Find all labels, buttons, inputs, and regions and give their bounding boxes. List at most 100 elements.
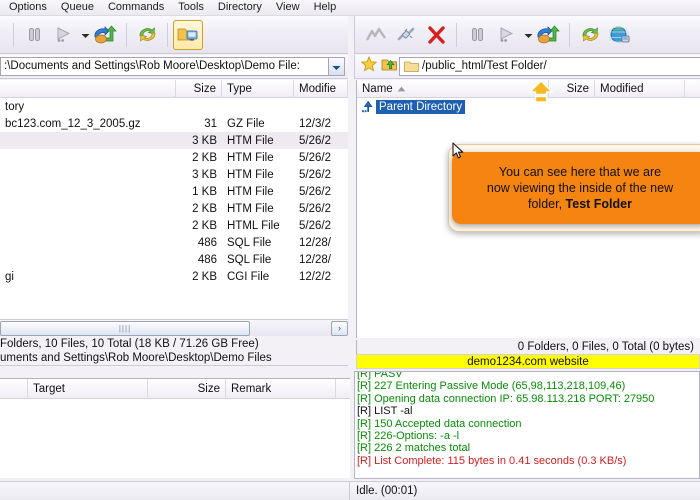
cell-size: 2 KB: [192, 219, 217, 232]
pause-button[interactable]: [462, 20, 492, 50]
pause-icon: [469, 26, 486, 43]
toolbar-separator: [167, 22, 168, 47]
local-col-modified[interactable]: Modifie: [294, 79, 348, 98]
log-line: [R] LIST -al: [357, 405, 413, 418]
remote-col-modified[interactable]: Modified: [595, 79, 685, 98]
toolbar-separator: [126, 22, 127, 47]
cell-type: HTM File: [227, 134, 274, 147]
queue-list[interactable]: [0, 399, 350, 477]
pause-button[interactable]: [19, 20, 49, 50]
cell-modified: 12/3/2: [299, 117, 331, 130]
toolbar-separator: [569, 22, 570, 47]
menu-item-options[interactable]: Options: [2, 0, 54, 15]
table-row[interactable]: 3 KB HTM File 5/26/2: [0, 166, 348, 183]
callout-line-3-prefix: folder,: [528, 197, 566, 211]
local-file-list[interactable]: tory bc123.com_12_3_2005.gz 31 GZ File 1…: [0, 98, 348, 316]
transfer-arrows-icon: [537, 24, 561, 45]
remote-toolbar: [354, 16, 700, 54]
remote-col-name-label: Name: [362, 82, 393, 95]
callout-text: You can see here that we are now viewing…: [487, 164, 673, 212]
queue-col-remark[interactable]: Remark: [226, 378, 336, 399]
cell-type: HTM File: [227, 151, 274, 164]
menu-item-tools[interactable]: Tools: [171, 0, 211, 15]
status-text: Idle. (00:01): [356, 485, 418, 497]
stop-button[interactable]: [421, 20, 451, 50]
menu-bar: Options Queue Commands Tools Directory V…: [0, 0, 700, 16]
local-horizontal-scrollbar[interactable]: |||| ›: [0, 319, 348, 336]
refresh-button[interactable]: [132, 20, 162, 50]
table-row[interactable]: 2 KB HTML File 5/26/2: [0, 217, 348, 234]
cell-modified: 5/26/2: [299, 168, 331, 181]
menu-item-commands[interactable]: Commands: [101, 0, 171, 15]
remote-col-size[interactable]: Size: [549, 79, 595, 98]
transfer-button[interactable]: [534, 20, 564, 50]
log-pane[interactable]: [R] PASV [R] 227 Entering Passive Mode (…: [354, 371, 700, 479]
log-line: [R] List Complete: 115 bytes in 0.41 sec…: [357, 454, 627, 467]
scroll-right-button[interactable]: ›: [331, 320, 348, 336]
yellow-up-arrow-annotation: [527, 80, 555, 108]
queue-col-icon[interactable]: [0, 378, 28, 399]
red-x-icon: [427, 25, 446, 44]
local-path-input[interactable]: :\Documents and Settings\Rob Moore\Deskt…: [0, 57, 328, 76]
scrollbar-thumb[interactable]: ||||: [0, 320, 250, 336]
remote-site-label: demo1234.com website: [356, 354, 700, 369]
compare-folders-icon: [177, 25, 199, 44]
resume-button[interactable]: [49, 20, 79, 50]
local-col-type[interactable]: Type: [222, 79, 294, 98]
cell-size: 3 KB: [192, 134, 217, 147]
folder-up-icon: [381, 56, 398, 77]
globe-button[interactable]: [605, 20, 635, 50]
cell-type: HTM File: [227, 168, 274, 181]
remote-status-counts: 0 Folders, 0 Files, 0 Total (0 bytes): [356, 340, 700, 354]
cell-modified: 5/26/2: [299, 219, 331, 232]
favorites-button[interactable]: [359, 55, 379, 77]
local-path-dropdown[interactable]: [328, 57, 345, 76]
log-line: [R] 226-Options: -a -l: [357, 430, 460, 443]
menu-item-directory[interactable]: Directory: [211, 0, 269, 15]
table-row[interactable]: bc123.com_12_3_2005.gz 31 GZ File 12/3/2: [0, 115, 348, 132]
callout-tooltip: You can see here that we are now viewing…: [452, 152, 700, 224]
table-row[interactable]: 486 SQL File 12/28/: [0, 234, 348, 251]
remote-col-name[interactable]: Name: [357, 79, 549, 98]
table-row[interactable]: tory: [0, 98, 348, 115]
add-favorite-button[interactable]: [379, 57, 399, 77]
transfer-queue-pane: Target Size Remark: [0, 378, 350, 478]
resume-dropdown[interactable]: [79, 20, 91, 50]
sort-ascending-icon: [397, 83, 406, 95]
table-row[interactable]: 2 KB HTM File 5/26/2: [0, 149, 348, 166]
cell-name: Parent Directory: [376, 99, 466, 114]
menu-item-view[interactable]: View: [269, 0, 307, 15]
local-col-size[interactable]: Size: [176, 79, 222, 98]
table-row[interactable]: 486 SQL File 12/28/: [0, 251, 348, 268]
menu-item-queue[interactable]: Queue: [54, 0, 101, 15]
transfer-button[interactable]: [91, 20, 121, 50]
resume-dropdown[interactable]: [522, 20, 534, 50]
table-row[interactable]: 2 KB HTM File 5/26/2: [0, 200, 348, 217]
remote-path-input[interactable]: /public_html/Test Folder/: [399, 57, 700, 76]
transfer-arrows-icon: [94, 24, 118, 45]
log-line: [R] Opening data connection IP: 65.98.11…: [357, 392, 655, 405]
globe-icon: [609, 25, 631, 45]
table-row[interactable]: 1 KB HTM File 5/26/2: [0, 183, 348, 200]
compare-folders-button[interactable]: [173, 19, 203, 50]
cell-size: 31: [204, 117, 217, 130]
cell-modified: 5/26/2: [299, 185, 331, 198]
callout-line-1: You can see here that we are: [498, 165, 662, 179]
folder-icon: [402, 60, 419, 73]
cell-size: 486: [197, 236, 217, 249]
queue-col-target[interactable]: Target: [28, 378, 148, 399]
resume-button[interactable]: [492, 20, 522, 50]
menu-item-help[interactable]: Help: [307, 0, 344, 15]
queue-col-size[interactable]: Size: [148, 378, 226, 399]
cell-type: GZ File: [227, 117, 265, 130]
callout-line-3: folder, Test Folder: [487, 196, 673, 212]
disconnect-button[interactable]: [391, 20, 421, 50]
table-row[interactable]: gi 2 KB CGI File 12/2/2: [0, 268, 348, 285]
table-row[interactable]: 3 KB HTM File 5/26/2: [0, 132, 348, 149]
graph-button[interactable]: [361, 20, 391, 50]
log-line: [R] 227 Entering Passive Mode (65,98,113…: [357, 380, 626, 393]
cell-modified: 12/28/: [299, 236, 331, 249]
cell-modified: 5/26/2: [299, 134, 331, 147]
local-col-name[interactable]: [0, 79, 176, 98]
refresh-button[interactable]: [575, 20, 605, 50]
